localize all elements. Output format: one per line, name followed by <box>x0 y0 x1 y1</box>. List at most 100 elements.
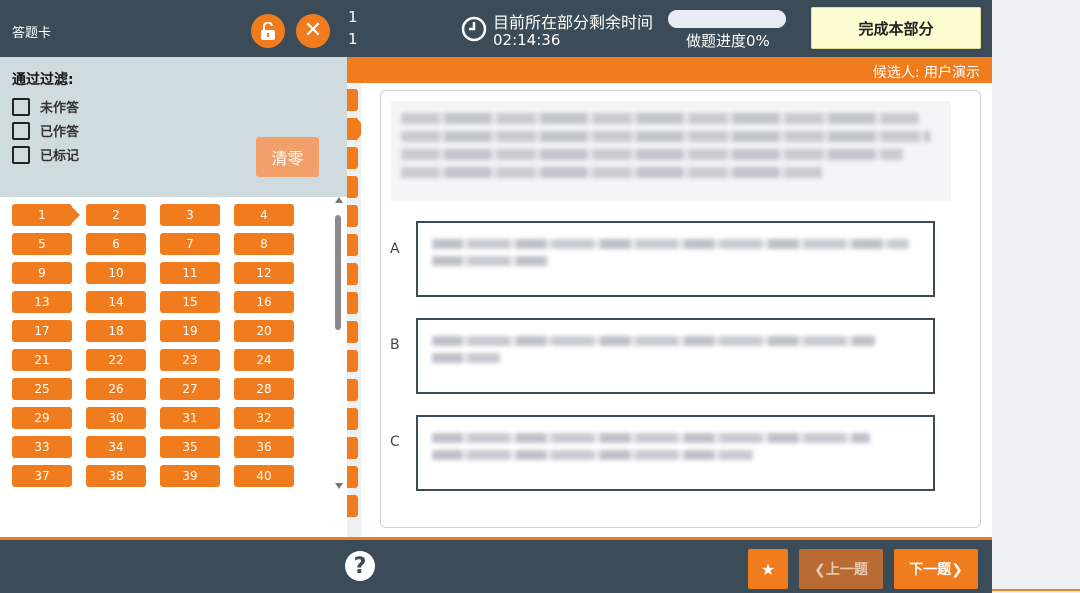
star-icon: ★ <box>760 559 776 579</box>
finish-section-button[interactable]: 完成本部分 <box>811 7 981 49</box>
checkbox[interactable] <box>12 145 30 164</box>
question-number-button[interactable]: 37 <box>12 465 72 487</box>
scroll-up-arrow-icon[interactable] <box>335 197 343 203</box>
checkbox[interactable] <box>12 121 30 140</box>
question-tab[interactable] <box>347 437 358 459</box>
filter-unanswered[interactable]: 未作答 <box>12 97 79 116</box>
timer-value: 02:14:36 <box>493 31 561 49</box>
bottom-bar: ? ★ ❮上一题 下一题❯ <box>0 537 992 593</box>
question-number-button[interactable]: 1 <box>12 204 80 226</box>
question-number-button[interactable]: 30 <box>86 407 146 429</box>
question-number-button[interactable]: 6 <box>86 233 146 255</box>
help-icon[interactable]: ? <box>345 551 375 581</box>
question-number-button[interactable]: 16 <box>234 291 294 313</box>
question-number-button[interactable]: 32 <box>234 407 294 429</box>
question-number-button[interactable]: 15 <box>160 291 220 313</box>
redacted-text <box>401 131 931 142</box>
question-tab[interactable] <box>347 176 358 198</box>
question-area: A B C <box>361 83 992 537</box>
right-gutter <box>992 0 1080 593</box>
question-tab[interactable] <box>347 321 358 343</box>
checkbox[interactable] <box>12 97 30 116</box>
question-number-button[interactable]: 38 <box>86 465 146 487</box>
filter-label: 已作答 <box>40 125 80 140</box>
scrollbar[interactable] <box>333 197 343 492</box>
question-tab[interactable] <box>347 263 358 285</box>
question-tab[interactable] <box>347 466 358 488</box>
question-number-button[interactable]: 11 <box>160 262 220 284</box>
question-number-button[interactable]: 14 <box>86 291 146 313</box>
progress-label: 做题进度0% <box>686 32 770 50</box>
filter-flagged[interactable]: 已标记 <box>12 145 79 164</box>
question-number-button[interactable]: 5 <box>12 233 72 255</box>
exam-app: 答题卡 ✕ 1 1 目前所在部分剩余时间 02:14:36 做题进度0% 完成本… <box>0 0 1080 593</box>
clear-button[interactable]: 清零 <box>256 137 319 177</box>
question-tab[interactable] <box>347 89 358 111</box>
question-card: A B C <box>380 90 981 528</box>
question-number-button[interactable]: 20 <box>234 320 294 342</box>
next-question-button[interactable]: 下一题❯ <box>894 549 978 589</box>
question-number-button[interactable]: 13 <box>12 291 72 313</box>
question-number-button[interactable]: 2 <box>86 204 146 226</box>
filter-answered[interactable]: 已作答 <box>12 121 79 140</box>
question-number-button[interactable]: 3 <box>160 204 220 226</box>
question-tab[interactable] <box>347 147 358 169</box>
question-number-button[interactable]: 25 <box>12 378 72 400</box>
question-number-button[interactable]: 19 <box>160 320 220 342</box>
redacted-text <box>401 149 904 160</box>
question-number-button[interactable]: 40 <box>234 465 294 487</box>
question-number-button[interactable]: 34 <box>86 436 146 458</box>
question-number-button[interactable]: 31 <box>160 407 220 429</box>
filter-title: 通过过滤: <box>12 72 74 88</box>
option-c[interactable] <box>416 415 935 491</box>
question-number-button[interactable]: 29 <box>12 407 72 429</box>
question-number-button[interactable]: 21 <box>12 349 72 371</box>
question-number-button[interactable]: 7 <box>160 233 220 255</box>
question-tab[interactable] <box>347 379 358 401</box>
scroll-down-arrow-icon[interactable] <box>335 483 343 489</box>
question-tab[interactable] <box>347 117 366 141</box>
question-number-button[interactable]: 22 <box>86 349 146 371</box>
redacted-text <box>432 450 754 460</box>
question-number-button[interactable]: 33 <box>12 436 72 458</box>
candidate-bar: 候选人: 用户演示 <box>347 57 992 83</box>
question-tab[interactable] <box>347 234 358 256</box>
filter-box: 通过过滤: 未作答 已作答 已标记 清零 <box>0 57 347 197</box>
question-number-button[interactable]: 27 <box>160 378 220 400</box>
flag-star-button[interactable]: ★ <box>748 549 788 589</box>
question-number-button[interactable]: 17 <box>12 320 72 342</box>
question-tab[interactable] <box>347 408 358 430</box>
question-number-button[interactable]: 8 <box>234 233 294 255</box>
question-number-button[interactable]: 18 <box>86 320 146 342</box>
question-number-button[interactable]: 4 <box>234 204 294 226</box>
previous-question-button[interactable]: ❮上一题 <box>799 549 883 589</box>
option-b[interactable] <box>416 318 935 394</box>
question-number-button[interactable]: 35 <box>160 436 220 458</box>
unlock-button[interactable] <box>251 14 285 48</box>
question-tab[interactable] <box>347 205 358 227</box>
question-number-button[interactable]: 10 <box>86 262 146 284</box>
redacted-text <box>432 336 876 346</box>
question-number-button[interactable]: 28 <box>234 378 294 400</box>
candidate-name: 候选人: 用户演示 <box>872 65 980 81</box>
question-number-button[interactable]: 26 <box>86 378 146 400</box>
question-tab[interactable] <box>347 292 358 314</box>
question-number-button[interactable]: 24 <box>234 349 294 371</box>
answer-card-title: 答题卡 <box>12 26 52 41</box>
question-tab[interactable] <box>347 495 358 517</box>
question-number-button[interactable]: 39 <box>160 465 220 487</box>
question-tab[interactable] <box>347 350 358 372</box>
question-number-button[interactable]: 9 <box>12 262 72 284</box>
option-letter-b: B <box>390 337 400 353</box>
redacted-text <box>432 433 871 443</box>
close-icon: ✕ <box>303 18 323 43</box>
question-number-button[interactable]: 23 <box>160 349 220 371</box>
question-number-button[interactable]: 36 <box>234 436 294 458</box>
close-button[interactable]: ✕ <box>296 14 330 48</box>
scroll-thumb[interactable] <box>335 215 341 330</box>
redacted-text <box>432 239 910 249</box>
redacted-text <box>401 167 823 178</box>
filter-label: 已标记 <box>40 149 80 164</box>
question-number-button[interactable]: 12 <box>234 262 294 284</box>
option-a[interactable] <box>416 221 935 297</box>
